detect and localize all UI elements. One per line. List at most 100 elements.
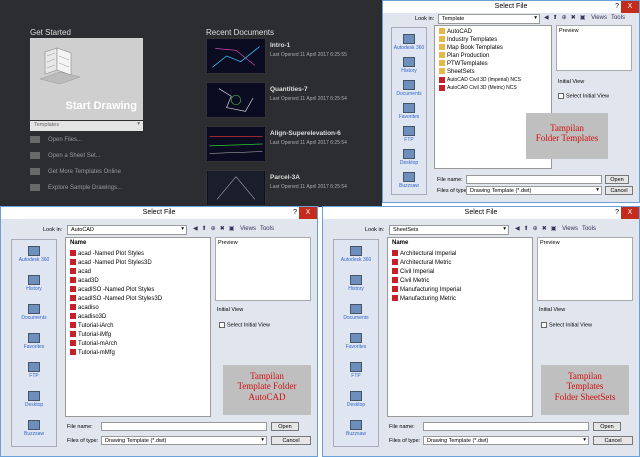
place-autodesk-360[interactable]: Autodesk 360	[334, 246, 378, 263]
list-item[interactable]: acadiso	[70, 304, 99, 312]
help-icon[interactable]: ?	[615, 1, 619, 13]
tools-menu[interactable]: Tools	[260, 226, 274, 232]
search-web-icon[interactable]: ⊕	[562, 15, 567, 21]
get-more-templates-link[interactable]: Get More Templates Online	[30, 168, 121, 175]
files-of-type-dropdown[interactable]: Drawing Template (*.dwt) ▾	[423, 436, 589, 445]
list-item[interactable]: AutoCAD	[439, 28, 472, 36]
select-initial-view-checkbox[interactable]: Select Initial View	[541, 322, 592, 328]
list-item[interactable]: Industry Templates	[439, 36, 497, 44]
file-name-input[interactable]	[423, 422, 589, 431]
recent-document-item[interactable]: Align-Superelevation-6 Last Opened 11 Ap…	[206, 126, 382, 164]
list-item[interactable]: AutoCAD Civil 3D (Metric) NCS	[439, 84, 517, 92]
list-item[interactable]: acadISO -Named Plot Styles	[70, 286, 154, 294]
select-initial-view-checkbox[interactable]: Select Initial View	[219, 322, 270, 328]
place-ftp[interactable]: FTP	[334, 362, 378, 379]
tools-menu[interactable]: Tools	[611, 15, 625, 21]
select-initial-view-checkbox[interactable]: Select Initial View	[558, 93, 609, 99]
back-icon[interactable]: ◀	[515, 226, 520, 232]
place-autodesk-360[interactable]: Autodesk 360	[12, 246, 56, 263]
place-favorites[interactable]: Favorites	[12, 333, 56, 350]
place-buzzsaw[interactable]: Buzzsaw	[334, 420, 378, 437]
place-favorites[interactable]: Favorites	[392, 103, 426, 120]
place-desktop[interactable]: Desktop	[334, 391, 378, 408]
file-name-input[interactable]	[101, 422, 267, 431]
open-button[interactable]: Open	[605, 175, 629, 184]
list-item[interactable]: acadISO -Named Plot Styles3D	[70, 295, 162, 303]
place-ftp[interactable]: FTP	[12, 362, 56, 379]
list-item[interactable]: acad	[70, 268, 91, 276]
file-list[interactable]: Name acad -Named Plot Styles acad -Named…	[65, 237, 211, 417]
open-sheet-set-link[interactable]: Open a Sheet Set...	[30, 152, 101, 159]
list-item[interactable]: Civil Imperial	[392, 268, 434, 276]
place-documents[interactable]: Documents	[392, 80, 426, 97]
file-name-input[interactable]	[466, 175, 602, 184]
explore-sample-drawings-link[interactable]: Explore Sample Drawings...	[30, 184, 122, 191]
list-item[interactable]: SheetSets	[439, 68, 475, 76]
list-item[interactable]: Tutorial-iArch	[70, 322, 113, 330]
delete-icon[interactable]: ✖	[542, 226, 547, 232]
place-favorites[interactable]: Favorites	[334, 333, 378, 350]
list-item[interactable]: Architectural Metric	[392, 259, 451, 267]
start-drawing-tile[interactable]: Start Drawing	[30, 38, 143, 120]
list-item[interactable]: Tutorial-mMfg	[70, 349, 115, 357]
place-desktop[interactable]: Desktop	[12, 391, 56, 408]
place-buzzsaw[interactable]: Buzzsaw	[392, 172, 426, 189]
list-item[interactable]: Architectural Imperial	[392, 250, 456, 258]
views-menu[interactable]: Views	[240, 226, 256, 232]
help-icon[interactable]: ?	[615, 207, 619, 219]
list-item[interactable]: Plan Production	[439, 52, 489, 60]
tools-menu[interactable]: Tools	[582, 226, 596, 232]
list-item[interactable]: Manufacturing Imperial	[392, 286, 461, 294]
search-web-icon[interactable]: ⊕	[211, 226, 216, 232]
back-icon[interactable]: ◀	[544, 15, 549, 21]
place-history[interactable]: History	[392, 57, 426, 74]
look-in-dropdown[interactable]: Template ▾	[438, 14, 540, 24]
list-item[interactable]: AutoCAD Civil 3D (Imperial) NCS	[439, 76, 521, 84]
place-history[interactable]: History	[334, 275, 378, 292]
recent-document-item[interactable]: Parcel-3A Last Opened 11 April 2017 6:25…	[206, 170, 382, 207]
place-ftp[interactable]: FTP	[392, 126, 426, 143]
place-documents[interactable]: Documents	[334, 304, 378, 321]
list-item[interactable]: acad -Named Plot Styles	[70, 250, 144, 258]
new-folder-icon[interactable]: ▣	[551, 226, 557, 232]
delete-icon[interactable]: ✖	[220, 226, 225, 232]
templates-dropdown[interactable]: Templates ▾	[30, 121, 143, 131]
place-buzzsaw[interactable]: Buzzsaw	[12, 420, 56, 437]
place-autodesk-360[interactable]: Autodesk 360	[392, 34, 426, 51]
files-of-type-dropdown[interactable]: Drawing Template (*.dwt) ▾	[466, 186, 602, 195]
name-column-header[interactable]: Name	[392, 240, 408, 246]
list-item[interactable]: PTWTemplates	[439, 60, 488, 68]
list-item[interactable]: acadiso3D	[70, 313, 106, 321]
look-in-dropdown[interactable]: SheetSets ▾	[389, 225, 509, 235]
views-menu[interactable]: Views	[562, 226, 578, 232]
close-button[interactable]: X	[299, 207, 317, 219]
up-folder-icon[interactable]: ⬆	[524, 226, 529, 232]
up-folder-icon[interactable]: ⬆	[553, 15, 558, 21]
search-web-icon[interactable]: ⊕	[533, 226, 538, 232]
files-of-type-dropdown[interactable]: Drawing Template (*.dwt) ▾	[101, 436, 267, 445]
new-folder-icon[interactable]: ▣	[229, 226, 235, 232]
list-item[interactable]: acad3D	[70, 277, 99, 285]
list-item[interactable]: Map Book Templates	[439, 44, 503, 52]
place-desktop[interactable]: Desktop	[392, 149, 426, 166]
views-menu[interactable]: Views	[591, 15, 607, 21]
cancel-button[interactable]: Cancel	[271, 436, 311, 445]
list-item[interactable]: acad -Named Plot Styles3D	[70, 259, 152, 267]
name-column-header[interactable]: Name	[70, 240, 86, 246]
place-documents[interactable]: Documents	[12, 304, 56, 321]
list-item[interactable]: Civil Metric	[392, 277, 429, 285]
up-folder-icon[interactable]: ⬆	[202, 226, 207, 232]
list-item[interactable]: Manufacturing Metric	[392, 295, 456, 303]
recent-document-item[interactable]: Intro-1 Last Opened 11 April 2017 6:25:5…	[206, 38, 382, 76]
close-button[interactable]: X	[621, 1, 639, 13]
list-item[interactable]: Tutorial-mArch	[70, 340, 117, 348]
list-item[interactable]: Tutorial-iMfg	[70, 331, 111, 339]
place-history[interactable]: History	[12, 275, 56, 292]
cancel-button[interactable]: Cancel	[605, 186, 633, 195]
open-button[interactable]: Open	[271, 422, 299, 431]
look-in-dropdown[interactable]: AutoCAD ▾	[67, 225, 187, 235]
delete-icon[interactable]: ✖	[571, 15, 576, 21]
back-icon[interactable]: ◀	[193, 226, 198, 232]
open-files-link[interactable]: Open Files...	[30, 136, 82, 143]
open-button[interactable]: Open	[593, 422, 621, 431]
